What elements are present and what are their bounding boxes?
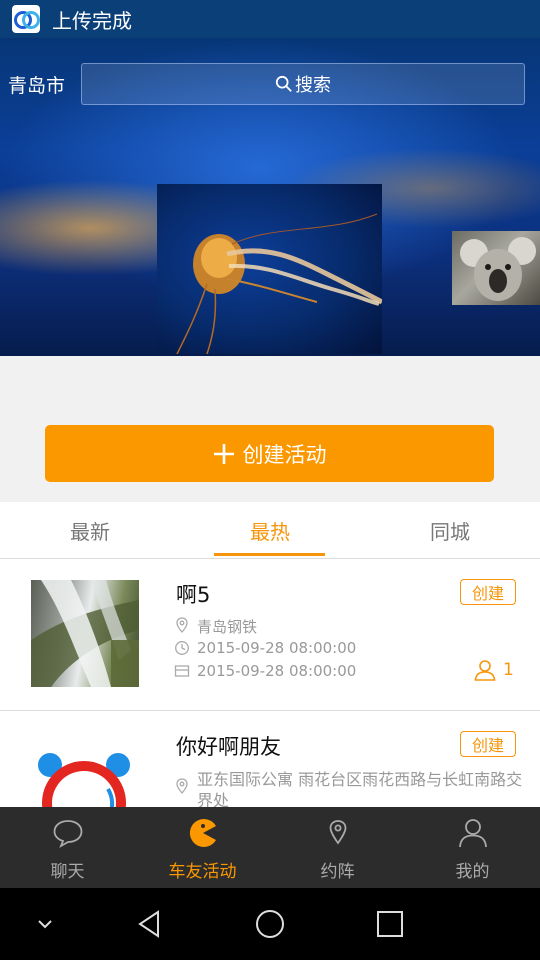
back-icon[interactable] <box>134 908 166 940</box>
hero-banner[interactable]: 青岛市 搜索 <box>0 38 540 356</box>
list-item[interactable]: 你好啊朋友 创建 亚东国际公寓 雨花台区雨花西路与长虹南路交界处 <box>0 711 540 807</box>
location-pin-icon <box>176 617 188 633</box>
activity-end-time-text: 2015-09-28 08:00:00 <box>197 662 357 680</box>
person-icon <box>474 660 496 681</box>
person-icon <box>458 819 487 848</box>
activity-end-time: 2015-09-28 08:00:00 <box>174 662 356 680</box>
activity-start-time-text: 2015-09-28 08:00:00 <box>197 639 357 657</box>
status-notification-text: 上传完成 <box>52 8 132 33</box>
home-icon[interactable] <box>254 908 286 940</box>
chevron-down-icon[interactable] <box>29 908 61 940</box>
activity-location-text: 青岛钢铁 <box>197 618 258 636</box>
status-bar: 上传完成 <box>0 0 540 38</box>
nav-meetup[interactable]: 约阵 <box>270 807 405 888</box>
create-activity-label: 创建活动 <box>242 442 327 467</box>
activity-thumbnail <box>31 580 139 687</box>
tab-same-city[interactable]: 同城 <box>360 502 540 558</box>
clock-icon <box>175 641 189 655</box>
activity-status-badge: 创建 <box>460 579 516 605</box>
activity-location: 亚东国际公寓 雨花台区雨花西路与长虹南路交界处 <box>174 769 534 807</box>
location-pin-icon <box>176 778 188 794</box>
activity-title: 啊5 <box>176 583 211 607</box>
tab-latest[interactable]: 最新 <box>0 502 180 558</box>
alarm-clock-image <box>38 753 130 807</box>
activity-location-text: 亚东国际公寓 雨花台区雨花西路与长虹南路交界处 <box>197 770 523 807</box>
activity-thumbnail <box>36 751 132 807</box>
activity-status-badge: 创建 <box>460 731 516 757</box>
nav-chat[interactable]: 聊天 <box>0 807 135 888</box>
calendar-icon <box>174 665 190 677</box>
tab-hottest[interactable]: 最热 <box>180 502 360 558</box>
activity-start-time: 2015-09-28 08:00:00 <box>174 639 356 657</box>
search-placeholder: 搜索 <box>295 75 331 96</box>
nav-mine-label: 我的 <box>455 862 490 882</box>
recent-apps-icon[interactable] <box>374 908 406 940</box>
koala-image <box>460 237 536 301</box>
nav-meetup-label: 约阵 <box>320 862 355 882</box>
search-bar[interactable]: 搜索 <box>81 63 525 105</box>
create-activity-button[interactable]: 创建活动 <box>45 425 494 482</box>
nav-chat-label: 聊天 <box>50 862 85 882</box>
waterfall-image <box>31 580 139 687</box>
jellyfish-image <box>176 213 382 354</box>
bottom-navigation: 聊天 车友活动 约阵 我的 <box>0 807 540 888</box>
system-navigation-bar <box>0 888 540 960</box>
location-pin-icon <box>329 820 346 845</box>
chat-bubble-icon <box>53 820 82 849</box>
activity-list[interactable]: 啊5 创建 青岛钢铁 2015-09-28 08:00:00 2015-09-2… <box>0 559 540 807</box>
nav-car-activities-label: 车友活动 <box>168 862 237 882</box>
app-notification-icon <box>12 5 40 33</box>
banner-slide-koala[interactable] <box>452 231 540 305</box>
list-item[interactable]: 啊5 创建 青岛钢铁 2015-09-28 08:00:00 2015-09-2… <box>0 559 540 711</box>
participant-count: 1 <box>474 659 514 681</box>
city-selector[interactable]: 青岛市 <box>8 71 65 98</box>
activity-title: 你好啊朋友 <box>176 735 281 759</box>
participant-count-value: 1 <box>503 660 514 680</box>
banner-slide-jellyfish[interactable] <box>157 184 382 354</box>
pacman-icon <box>189 819 216 847</box>
active-tab-indicator <box>214 553 325 556</box>
activity-location: 青岛钢铁 <box>174 616 257 637</box>
plus-icon <box>213 443 234 464</box>
nav-car-activities[interactable]: 车友活动 <box>135 807 270 888</box>
nav-mine[interactable]: 我的 <box>405 807 540 888</box>
activity-tabs: 最新 最热 同城 <box>0 502 540 559</box>
search-icon <box>275 75 292 92</box>
